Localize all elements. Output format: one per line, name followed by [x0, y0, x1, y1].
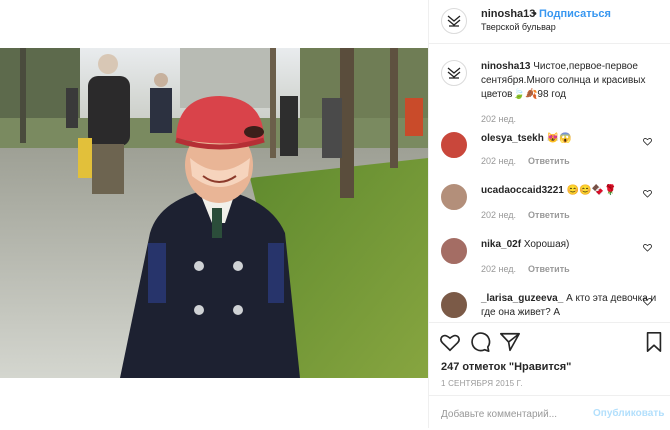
comment-username[interactable]: olesya_tsekh — [481, 133, 544, 144]
caption-username[interactable]: ninosha13 — [481, 61, 530, 72]
comment-input[interactable] — [441, 406, 581, 422]
caption: ninosha13 Чистое,первое-первое сентября.… — [481, 60, 661, 102]
location-link[interactable]: Тверской бульвар — [481, 22, 556, 32]
caption-avatar-mark — [447, 67, 461, 79]
comment-item: ucadaoccaid3221 😊😊🍫🌹 — [481, 184, 661, 198]
comment-text: Хорошая) — [523, 239, 570, 250]
comment-time[interactable]: 202 нед. — [481, 210, 516, 220]
caption-avatar[interactable] — [441, 60, 467, 86]
publish-button[interactable]: Опубликовать — [593, 408, 664, 419]
post-date[interactable]: 1 СЕНТЯБРЯ 2015 Г. — [441, 379, 523, 388]
reply-button[interactable]: Ответить — [528, 210, 570, 220]
commenter-avatar[interactable] — [441, 184, 467, 210]
comment-like-heart-icon[interactable] — [643, 297, 652, 306]
author-avatar[interactable] — [441, 8, 467, 34]
separator-dot: • — [533, 8, 537, 20]
bookmark-icon[interactable] — [643, 331, 665, 353]
author-avatar-mark — [447, 15, 461, 27]
comment-like-heart-icon[interactable] — [643, 243, 652, 252]
comment-item: olesya_tsekh 😻😱 — [481, 132, 661, 146]
comment-like-heart-icon[interactable] — [643, 189, 652, 198]
instagram-post-modal: ninosha13 • Подписаться Тверской бульвар… — [0, 0, 670, 428]
comment-username[interactable]: nika_02f — [481, 239, 521, 250]
comment-text: 😻😱 — [546, 133, 572, 144]
caption-meta: 202 нед. — [481, 114, 516, 124]
comment-meta: 202 нед. Ответить — [481, 210, 570, 220]
reply-button[interactable]: Ответить — [528, 264, 570, 274]
reply-button[interactable]: Ответить — [528, 156, 570, 166]
comment-text: 😊😊🍫🌹 — [566, 185, 617, 196]
heart-icon[interactable] — [439, 331, 461, 353]
comment-like-heart-icon[interactable] — [643, 137, 652, 146]
comment-meta: 202 нед. Ответить — [481, 156, 570, 166]
post-header: ninosha13 • Подписаться Тверской бульвар — [429, 0, 670, 44]
comment-username[interactable]: ucadaoccaid3221 — [481, 185, 564, 196]
comment-time[interactable]: 202 нед. — [481, 264, 516, 274]
post-sidebar: ninosha13 • Подписаться Тверской бульвар… — [428, 0, 670, 428]
caption-time[interactable]: 202 нед. — [481, 114, 516, 124]
comment-username[interactable]: _larisa_guzeeva_ — [481, 293, 563, 304]
post-photo-image — [0, 48, 428, 378]
comment-time[interactable]: 202 нед. — [481, 156, 516, 166]
add-comment-form: Опубликовать — [429, 395, 670, 430]
comment-item: _larisa_guzeeva_ А кто эта девочка и где… — [481, 292, 661, 320]
follow-button[interactable]: Подписаться — [539, 8, 611, 20]
author-username[interactable]: ninosha13 — [481, 8, 535, 20]
comments-list[interactable]: ninosha13 Чистое,первое-первое сентября.… — [429, 44, 670, 320]
post-actions: 247 отметок "Нравится" 1 СЕНТЯБРЯ 2015 Г… — [429, 322, 670, 429]
comment-bubble-icon[interactable] — [469, 331, 491, 353]
commenter-avatar[interactable] — [441, 132, 467, 158]
post-photo[interactable] — [0, 48, 428, 378]
comment-meta: 202 нед. Ответить — [481, 264, 570, 274]
comment-item: nika_02f Хорошая) — [481, 238, 661, 252]
likes-count[interactable]: 247 отметок "Нравится" — [441, 361, 571, 373]
paper-plane-icon[interactable] — [499, 331, 521, 353]
commenter-avatar[interactable] — [441, 238, 467, 264]
commenter-avatar[interactable] — [441, 292, 467, 318]
